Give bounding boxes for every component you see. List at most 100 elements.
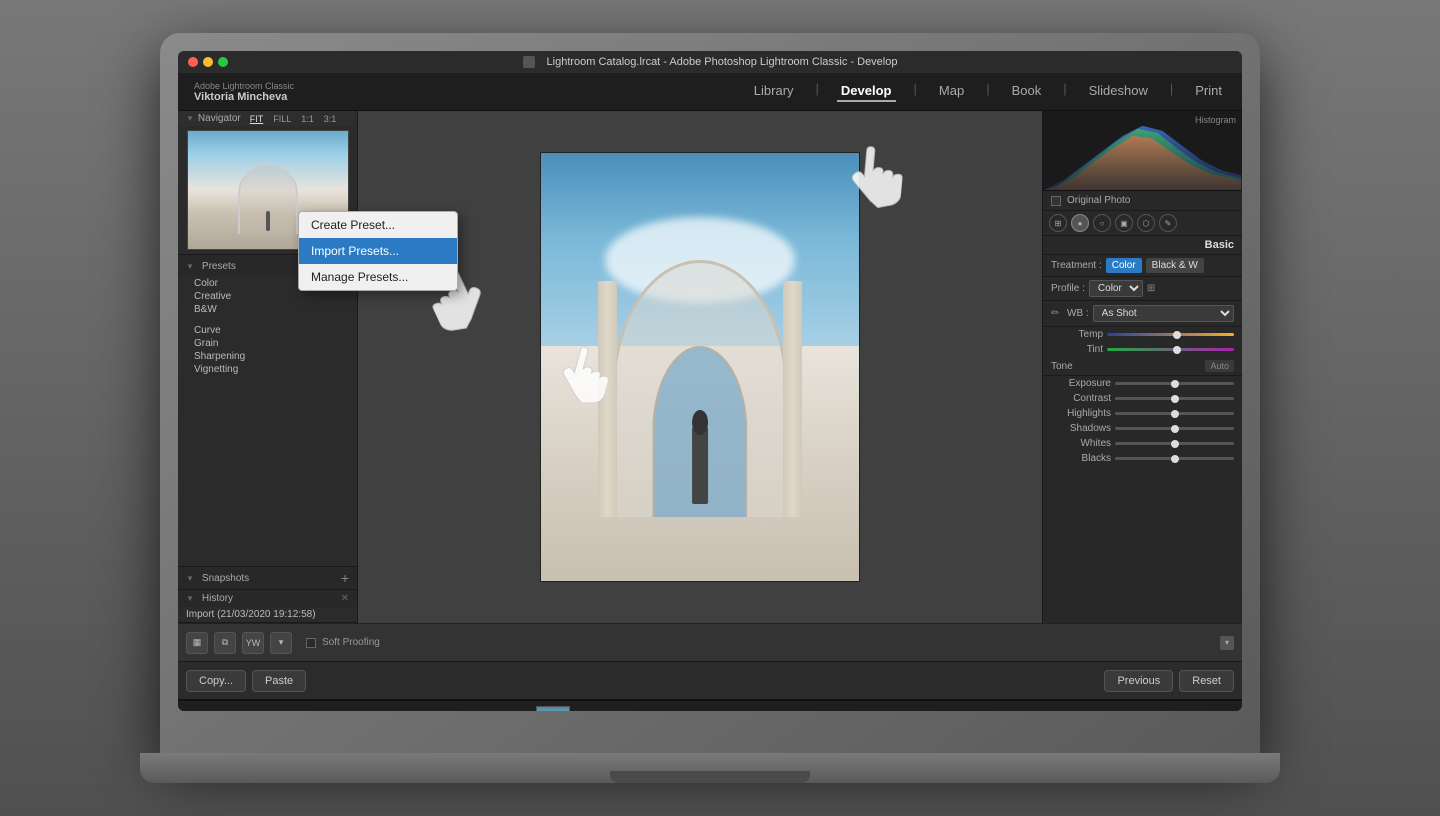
nav-book[interactable]: Book: [1008, 81, 1046, 102]
original-photo-checkbox[interactable]: [1051, 196, 1061, 206]
wb-row: ✏ WB : As Shot: [1043, 301, 1242, 327]
tint-label: Tint: [1051, 344, 1103, 355]
contrast-track: [1115, 397, 1234, 400]
tint-slider-track: [1107, 348, 1234, 351]
graduated-filter-tool[interactable]: ▣: [1115, 214, 1133, 232]
temp-slider-thumb[interactable]: [1173, 331, 1181, 339]
preset-curve[interactable]: Curve: [178, 324, 357, 337]
maximize-button[interactable]: [218, 57, 228, 67]
tint-slider-row: Tint: [1043, 342, 1242, 357]
preset-grain[interactable]: Grain: [178, 337, 357, 350]
eyedropper-icon[interactable]: ✏: [1051, 308, 1063, 320]
paste-button[interactable]: Paste: [252, 670, 306, 692]
right-sidebar: Histogram Original Photo ⊞ ● ○ ▣: [1042, 111, 1242, 623]
wb-select[interactable]: As Shot: [1093, 305, 1234, 322]
snapshots-label: Snapshots: [202, 573, 249, 584]
nav-develop[interactable]: Develop: [837, 81, 896, 102]
add-snapshot-button[interactable]: +: [341, 570, 349, 586]
shadows-thumb[interactable]: [1171, 425, 1179, 433]
presets-label: Presets: [202, 261, 236, 272]
snapshots-collapse-icon[interactable]: ▼: [186, 574, 194, 583]
previous-button[interactable]: Previous: [1104, 670, 1173, 692]
nav-print[interactable]: Print: [1191, 81, 1226, 102]
history-panel: ▼ History ✕ Import (21/03/2020 19:12:58): [178, 590, 357, 623]
zoom-3to1-btn[interactable]: 3:1: [321, 114, 340, 124]
navigator-header-row: ▼ Navigator FIT FILL 1:1 3:1: [178, 111, 357, 126]
blacks-label: Blacks: [1051, 453, 1111, 464]
highlights-thumb[interactable]: [1171, 410, 1179, 418]
blacks-thumb[interactable]: [1171, 455, 1179, 463]
clear-history-button[interactable]: ✕: [341, 593, 349, 604]
contrast-thumb[interactable]: [1171, 395, 1179, 403]
navigator-label: Navigator: [198, 113, 241, 124]
import-presets-item[interactable]: Import Presets...: [299, 255, 357, 264]
bw-treatment-btn[interactable]: Black & W: [1146, 258, 1204, 273]
highlights-track: [1115, 412, 1234, 415]
dropdown-btn[interactable]: ▾: [270, 632, 292, 654]
preset-creative[interactable]: Creative: [178, 290, 357, 303]
app-name-label: Adobe Lightroom Classic: [194, 81, 294, 91]
nav-map[interactable]: Map: [935, 81, 968, 102]
adjustment-brush-tool[interactable]: ✎: [1159, 214, 1177, 232]
histogram-label: Histogram: [1195, 115, 1236, 125]
redeye-tool[interactable]: ○: [1093, 214, 1111, 232]
window-title: Lightroom Catalog.lrcat - Adobe Photosho…: [547, 56, 898, 68]
app-icon: [523, 56, 535, 68]
original-photo-row: Original Photo: [1043, 191, 1242, 211]
history-collapse-icon[interactable]: ▼: [186, 594, 194, 603]
bottom-toolbar: ▦ ⧉ YW ▾ Soft Proofing ▾: [178, 623, 1242, 661]
tint-slider-thumb[interactable]: [1173, 346, 1181, 354]
soft-proofing-label: Soft Proofing: [322, 637, 380, 648]
exposure-track: [1115, 382, 1234, 385]
filmstrip: 2 ⊞ ◀ ▶ Previous Import 1 photo / 1 sele…: [178, 699, 1242, 711]
radial-filter-tool[interactable]: ⬡: [1137, 214, 1155, 232]
color-treatment-btn[interactable]: Color: [1106, 258, 1142, 273]
preset-vignetting[interactable]: Vignetting: [178, 363, 357, 376]
history-item-0[interactable]: Import (21/03/2020 19:12:58): [178, 607, 357, 622]
original-photo-label: Original Photo: [1067, 195, 1130, 206]
zoom-1to1-btn[interactable]: 1:1: [298, 114, 317, 124]
filmstrip-thumbnail[interactable]: [536, 706, 570, 711]
auto-tone-btn[interactable]: Auto: [1205, 360, 1234, 372]
shadows-track: [1115, 427, 1234, 430]
nav-buttons-right: Previous Reset: [1104, 670, 1234, 692]
preset-bw[interactable]: B&W: [178, 303, 357, 316]
profile-select[interactable]: Color: [1089, 280, 1143, 297]
shadows-row: Shadows: [1043, 421, 1242, 436]
compare-btn[interactable]: ⧉: [214, 632, 236, 654]
context-menu: Create Preset... Import Presets... Manag…: [298, 255, 357, 291]
history-label: History: [202, 593, 233, 604]
canvas-area: [358, 111, 1042, 623]
whites-thumb[interactable]: [1171, 440, 1179, 448]
treatment-label: Treatment :: [1051, 260, 1102, 271]
grid-view-btn[interactable]: ▦: [186, 632, 208, 654]
presets-collapse-icon[interactable]: ▼: [186, 262, 194, 271]
yw-btn[interactable]: YW: [242, 632, 264, 654]
soft-proofing-checkbox[interactable]: [306, 638, 316, 648]
profile-browser-icon[interactable]: ⊞: [1147, 283, 1155, 294]
blacks-row: Blacks: [1043, 451, 1242, 466]
nav-slideshow[interactable]: Slideshow: [1085, 81, 1152, 102]
manage-presets-item[interactable]: Manage Presets...: [299, 264, 357, 290]
navigator-zoom-controls: FIT FILL 1:1 3:1: [247, 114, 340, 124]
nav-library[interactable]: Library: [750, 81, 798, 102]
soft-proofing-row: Soft Proofing: [306, 637, 1214, 648]
preset-sharpening[interactable]: Sharpening: [178, 350, 357, 363]
navigator-collapse-icon[interactable]: ▼: [186, 114, 194, 123]
user-info: Adobe Lightroom Classic Viktoria Minchev…: [194, 81, 294, 103]
expand-button[interactable]: ▾: [1220, 636, 1234, 650]
left-sidebar: ▼ Navigator FIT FILL 1:1 3:1: [178, 111, 358, 623]
zoom-fill-btn[interactable]: FILL: [270, 114, 294, 124]
module-nav: Library | Develop | Map | Book | Slidesh…: [750, 81, 1226, 102]
minimize-button[interactable]: [203, 57, 213, 67]
window-controls[interactable]: [188, 57, 228, 67]
reset-button[interactable]: Reset: [1179, 670, 1234, 692]
copy-button[interactable]: Copy...: [186, 670, 246, 692]
close-button[interactable]: [188, 57, 198, 67]
basic-panel-label: Basic: [1043, 236, 1242, 255]
spot-removal-tool[interactable]: ●: [1071, 214, 1089, 232]
zoom-fit-btn[interactable]: FIT: [247, 114, 267, 124]
exposure-thumb[interactable]: [1171, 380, 1179, 388]
tone-label: Tone: [1051, 361, 1073, 372]
crop-tool[interactable]: ⊞: [1049, 214, 1067, 232]
